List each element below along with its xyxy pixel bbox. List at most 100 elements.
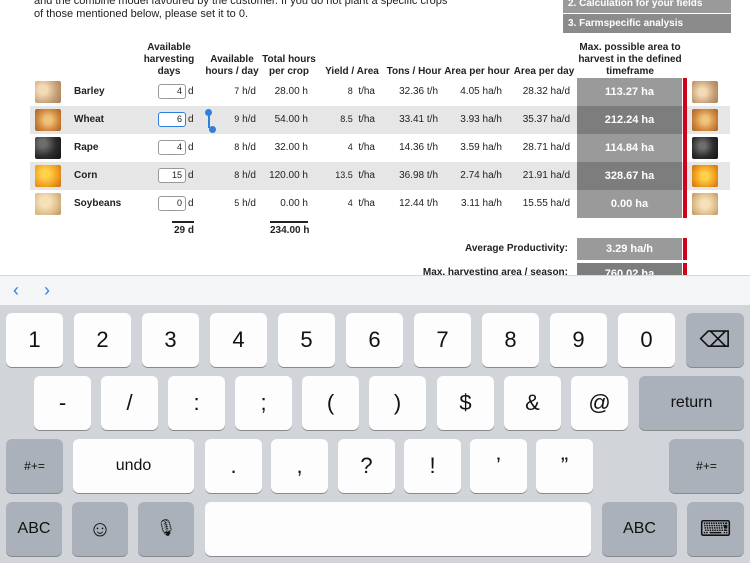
hours-per-day: 8 h/d [234, 142, 256, 153]
red-indicator [683, 238, 687, 260]
delete-key-icon[interactable]: ⌫ [686, 313, 744, 367]
crop-row-wheat: Wheat 6 d 9 h/d 54.00 h 8.5 t/ha 33.41 t… [30, 106, 730, 134]
key-1[interactable]: 1 [6, 313, 63, 367]
key-6[interactable]: 6 [346, 313, 403, 367]
avg-productivity-label: Average Productivity: [465, 243, 568, 254]
max-area-soybeans: 0.00 ha [577, 190, 682, 218]
side-menu: 2. Calculation for your fields 3. Farmsp… [563, 0, 731, 34]
key-9[interactable]: 9 [550, 313, 607, 367]
abc-key-right[interactable]: ABC [602, 502, 677, 556]
key-5[interactable]: 5 [278, 313, 335, 367]
barley-image-right [692, 81, 718, 103]
yield: 13.5 t/ha [335, 170, 375, 181]
intro-text: and the combine model favoured by the cu… [34, 0, 448, 20]
max-area-corn: 328.67 ha [577, 162, 682, 190]
days-unit: d [188, 86, 194, 97]
header-yield: Yield / Area [325, 66, 379, 77]
area-day: 21.91 ha/d [522, 170, 570, 181]
key-at[interactable]: @ [571, 376, 628, 430]
red-indicator [683, 78, 687, 106]
key-exclamation[interactable]: ! [404, 439, 461, 493]
app-screen: and the combine model favoured by the cu… [0, 0, 750, 563]
undo-key[interactable]: undo [73, 439, 194, 493]
corn-image [35, 165, 61, 187]
symbols-key-right[interactable]: #+= [669, 439, 744, 493]
numeric-keyboard: 1 2 3 4 5 6 7 8 9 0 ⌫ - / : ; ( ) $ & @ … [0, 305, 750, 563]
days-total-line [172, 221, 194, 223]
crop-name: Rape [74, 142, 99, 153]
hours-per-day: 5 h/d [234, 198, 256, 209]
max-season-label: Max. harvesting area / season: [422, 267, 568, 275]
total-hours: 0.00 h [280, 198, 308, 209]
area-hour: 3.93 ha/h [460, 114, 502, 125]
days-input-wheat[interactable]: 6 [158, 112, 186, 127]
key-question[interactable]: ? [338, 439, 395, 493]
crop-row-corn: Corn 15 d 8 h/d 120.00 h 13.5 t/ha 36.98… [30, 162, 730, 190]
selection-handle-end[interactable] [209, 126, 216, 133]
key-0[interactable]: 0 [618, 313, 675, 367]
area-hour: 4.05 ha/h [460, 86, 502, 97]
soybeans-image [35, 193, 61, 215]
days-unit: d [188, 170, 194, 181]
key-colon[interactable]: : [168, 376, 225, 430]
key-hyphen[interactable]: - [34, 376, 91, 430]
key-7[interactable]: 7 [414, 313, 471, 367]
days-input-rape[interactable]: 4 [158, 140, 186, 155]
header-tons-hour: Tons / Hour [386, 66, 442, 77]
calculator-content: and the combine model favoured by the cu… [0, 0, 750, 275]
red-indicator [683, 134, 687, 162]
area-day: 28.71 ha/d [522, 142, 570, 153]
emoji-icon[interactable]: ☺ [72, 502, 128, 556]
red-indicator [683, 263, 687, 275]
menu-item-farmspecific[interactable]: 3. Farmspecific analysis [563, 14, 731, 34]
key-quote[interactable]: ” [536, 439, 593, 493]
tons-hour: 33.41 t/h [399, 114, 438, 125]
corn-image-right [692, 165, 718, 187]
area-hour: 3.59 ha/h [460, 142, 502, 153]
previous-field-arrow-icon[interactable]: ‹ [13, 280, 19, 300]
header-days: Available harvesting days [143, 42, 195, 77]
key-2[interactable]: 2 [74, 313, 131, 367]
key-8[interactable]: 8 [482, 313, 539, 367]
days-total: 29 d [174, 225, 195, 236]
menu-item-calculation[interactable]: 2. Calculation for your fields [563, 0, 731, 14]
crop-name: Soybeans [74, 198, 122, 209]
hide-keyboard-icon[interactable]: ⌨ [687, 502, 744, 556]
space-bar[interactable] [205, 502, 591, 556]
hours-per-day: 7 h/d [234, 86, 256, 97]
key-close-paren[interactable]: ) [369, 376, 426, 430]
rape-image [35, 137, 61, 159]
days-input-corn[interactable]: 15 [158, 168, 186, 183]
area-hour: 3.11 ha/h [461, 198, 502, 209]
days-input-soybeans[interactable]: 0 [158, 196, 186, 211]
key-semicolon[interactable]: ; [235, 376, 292, 430]
key-4[interactable]: 4 [210, 313, 267, 367]
return-key[interactable]: return [639, 376, 744, 430]
keyboard-accessory-bar: ‹ › [0, 275, 750, 305]
crop-row-barley: Barley 4 d 7 h/d 28.00 h 8 t/ha 32.36 t/… [30, 78, 730, 106]
barley-image [35, 81, 61, 103]
key-period[interactable]: . [205, 439, 262, 493]
key-dollar[interactable]: $ [437, 376, 494, 430]
abc-key-left[interactable]: ABC [6, 502, 62, 556]
rape-image-right [692, 137, 718, 159]
tons-hour: 36.98 t/h [399, 170, 438, 181]
key-apostrophe[interactable]: ’ [470, 439, 527, 493]
crop-name: Barley [74, 86, 105, 97]
crop-name: Corn [74, 170, 98, 181]
crop-row-soybeans: Soybeans 0 d 5 h/d 0.00 h 4 t/ha 12.44 t… [30, 190, 730, 218]
tons-hour: 12.44 t/h [399, 198, 438, 209]
microphone-icon[interactable]: 🎙 [138, 502, 194, 556]
symbols-key-left[interactable]: #+= [6, 439, 63, 493]
key-slash[interactable]: / [101, 376, 158, 430]
avg-productivity-value: 3.29 ha/h [577, 238, 682, 260]
key-open-paren[interactable]: ( [302, 376, 359, 430]
key-ampersand[interactable]: & [504, 376, 561, 430]
hours-total-line [270, 221, 308, 223]
key-comma[interactable]: , [271, 439, 328, 493]
days-input-barley[interactable]: 4 [158, 84, 186, 99]
key-3[interactable]: 3 [142, 313, 199, 367]
next-field-arrow-icon[interactable]: › [44, 280, 50, 300]
yield: 4 t/ha [347, 142, 375, 153]
wheat-image-right [692, 109, 718, 131]
